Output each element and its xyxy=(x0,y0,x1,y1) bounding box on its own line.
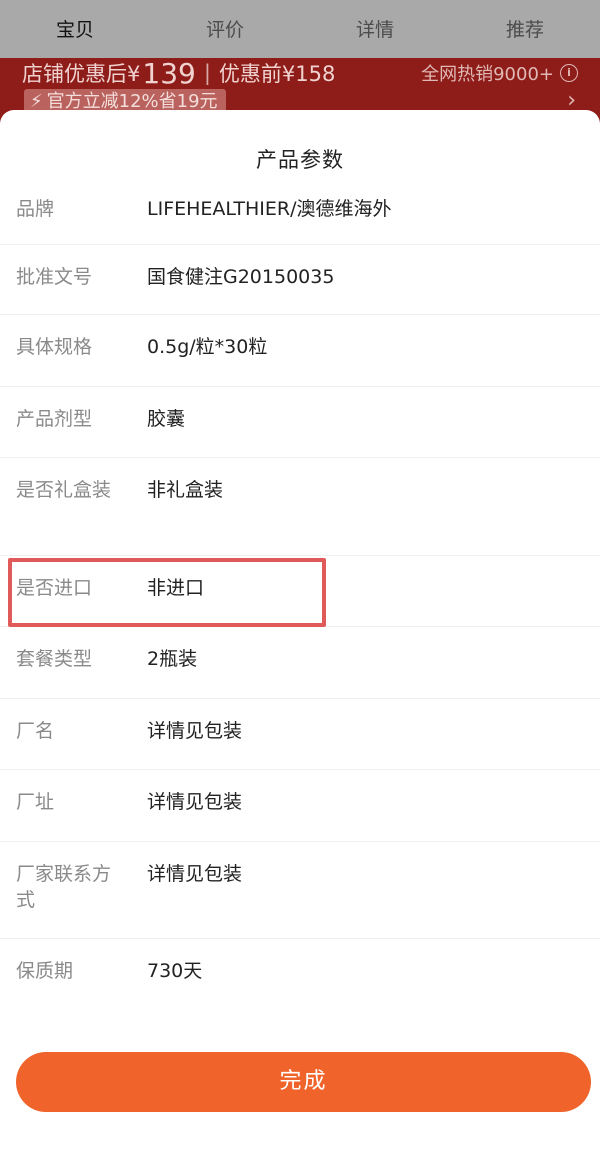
param-row: 保质期 730天 xyxy=(0,938,600,1011)
param-label: 产品剂型 xyxy=(16,408,93,430)
param-label: 是否礼盒装 xyxy=(16,479,112,501)
param-value: 胶囊 xyxy=(147,408,186,430)
param-label: 批准文号 xyxy=(16,266,93,288)
param-row: 产品剂型 胶囊 xyxy=(0,386,600,458)
done-button[interactable]: 完成 xyxy=(16,1052,591,1112)
param-value: 0.5g/粒*30粒 xyxy=(147,336,268,358)
param-value: 730天 xyxy=(147,960,203,982)
sheet-title: 产品参数 xyxy=(256,148,344,172)
param-value: LIFEHEALTHIER/澳德维海外 xyxy=(147,198,392,220)
param-value: 详情见包装 xyxy=(147,863,243,885)
param-value: 详情见包装 xyxy=(147,791,243,813)
hot-sales[interactable]: 全网热销9000+ i xyxy=(421,58,578,88)
param-row: 套餐类型 2瓶装 xyxy=(0,626,600,699)
param-label: 品牌 xyxy=(16,198,55,220)
param-row: 厂家联系方式 详情见包装 xyxy=(0,841,600,939)
param-label: 保质期 xyxy=(16,960,74,982)
param-row: 厂名 详情见包装 xyxy=(0,698,600,770)
param-label: 厂址 xyxy=(16,791,55,813)
param-row: 是否礼盒装 非礼盒装 xyxy=(0,457,600,556)
param-row: 厂址 详情见包装 xyxy=(0,769,600,842)
price-separator: | xyxy=(203,61,211,85)
param-row: 具体规格 0.5g/粒*30粒 xyxy=(0,314,600,387)
param-row: 品牌 LIFEHEALTHIER/澳德维海外 xyxy=(0,178,600,245)
param-label: 套餐类型 xyxy=(16,648,93,670)
tab-reviews[interactable]: 评价 xyxy=(150,0,300,58)
discount-tag-text: 官方立减12%省19元 xyxy=(46,91,218,112)
top-nav: 宝贝 评价 详情 推荐 xyxy=(0,0,600,58)
param-value: 国食健注G20150035 xyxy=(147,266,335,288)
param-row: 批准文号 国食健注G20150035 xyxy=(0,244,600,315)
param-label: 厂名 xyxy=(16,720,55,742)
param-label: 厂家联系方式 xyxy=(16,863,112,911)
param-value: 非礼盒装 xyxy=(147,479,224,501)
tab-baobei[interactable]: 宝贝 xyxy=(0,0,150,58)
store-price-label: 店铺优惠后¥ xyxy=(22,62,141,86)
param-label: 具体规格 xyxy=(16,336,93,358)
tab-details[interactable]: 详情 xyxy=(300,0,450,58)
store-price-value: 139 xyxy=(142,56,196,90)
param-value: 2瓶装 xyxy=(147,648,198,670)
before-price: 优惠前¥158 xyxy=(218,62,336,86)
param-value: 详情见包装 xyxy=(147,720,243,742)
product-params-sheet: 产品参数 品牌 LIFEHEALTHIER/澳德维海外 批准文号 国食健注G20… xyxy=(0,110,600,1150)
highlight-box xyxy=(8,558,326,627)
info-icon[interactable]: i xyxy=(560,64,578,82)
tab-recommend[interactable]: 推荐 xyxy=(450,0,600,58)
hot-sales-text: 全网热销9000+ xyxy=(421,64,554,85)
price-row: 店铺优惠后¥ 139 | 优惠前¥158 xyxy=(22,56,336,90)
param-list[interactable]: 品牌 LIFEHEALTHIER/澳德维海外 批准文号 国食健注G2015003… xyxy=(0,178,600,1040)
